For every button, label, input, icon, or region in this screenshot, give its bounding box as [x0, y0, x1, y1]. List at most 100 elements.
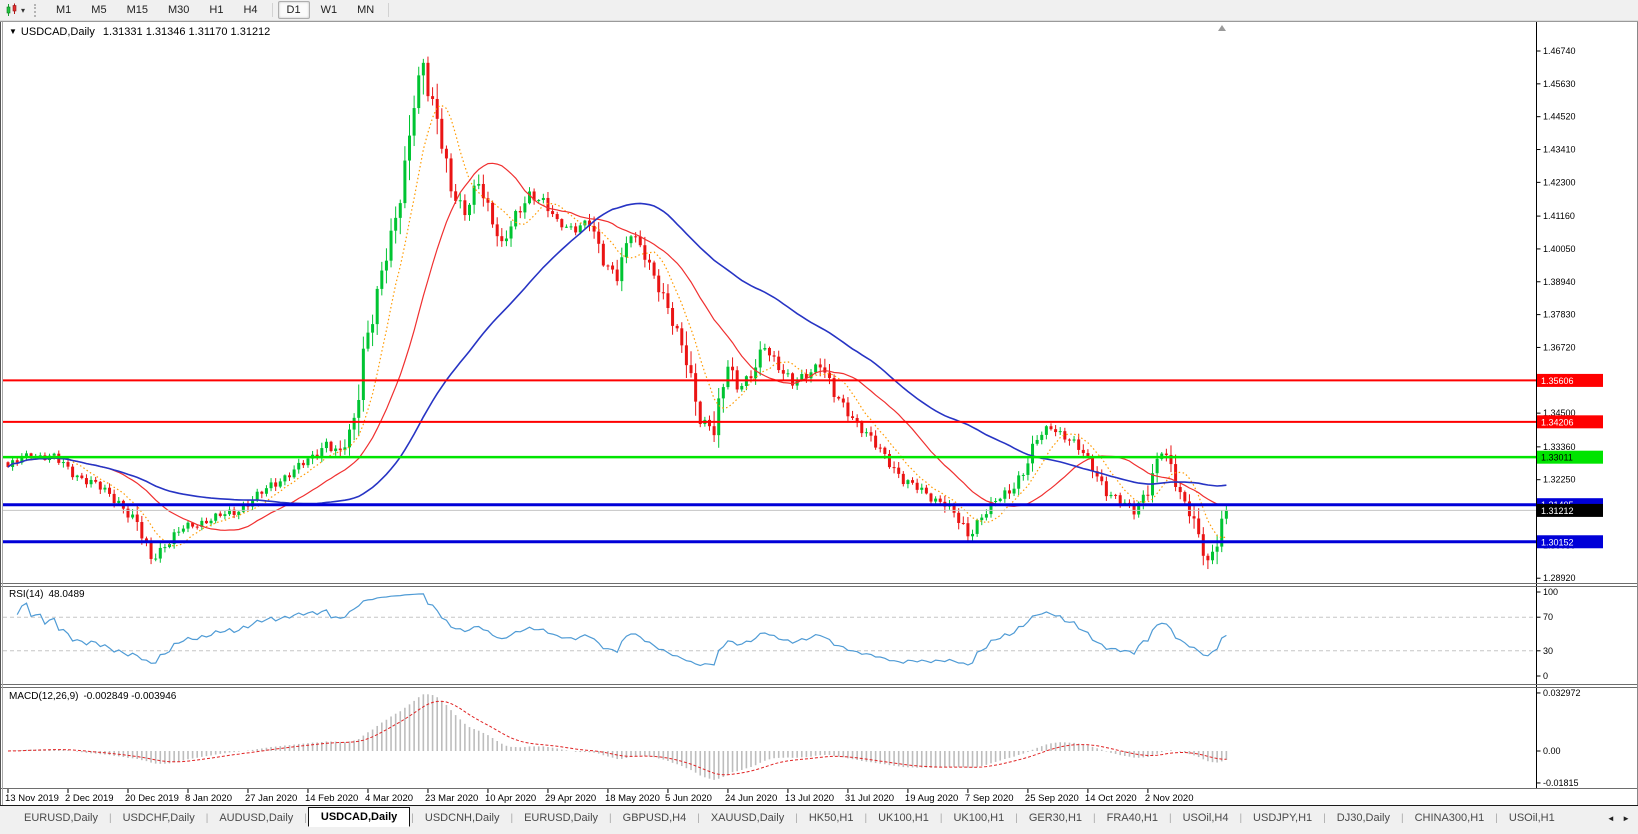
timeframe-button-mn[interactable]: MN — [348, 1, 383, 19]
symbol-tabbar: EURUSD,Daily | USDCHF,Daily | AUDUSD,Daily | U… — [0, 805, 1638, 830]
tab-usdcnh-daily[interactable]: USDCNH,Daily — [415, 809, 510, 827]
svg-text:1.34206: 1.34206 — [1541, 417, 1574, 427]
tab-usdchf-daily[interactable]: USDCHF,Daily — [113, 809, 205, 827]
tab-uk100-h1[interactable]: UK100,H1 — [943, 809, 1014, 827]
tab-ger30-h1[interactable]: GER30,H1 — [1019, 809, 1092, 827]
tab-separator: | — [1168, 812, 1172, 824]
svg-text:18 May 2020: 18 May 2020 — [605, 793, 660, 804]
svg-text:10 Apr 2020: 10 Apr 2020 — [485, 793, 536, 804]
svg-text:0: 0 — [1543, 671, 1548, 681]
timeframe-button-m15[interactable]: M15 — [118, 1, 157, 19]
tab-separator: | — [1093, 812, 1096, 824]
tab-china300-h1[interactable]: CHINA300,H1 — [1405, 809, 1495, 827]
tab-usoil-h1[interactable]: USOil,H1 — [1499, 809, 1565, 827]
candlestick-chart-icon — [6, 3, 17, 16]
timeframe-buttons: M1 M5 M15 M30 H1 H4 D1 W1 MN — [46, 1, 393, 19]
tab-separator: | — [1015, 812, 1018, 824]
svg-text:0.00: 0.00 — [1543, 746, 1561, 756]
ohlc-values: 1.31331 1.31346 1.31170 1.31212 — [102, 26, 271, 38]
rsi-name: RSI(14) — [9, 589, 44, 600]
svg-text:31 Jul 2020: 31 Jul 2020 — [845, 793, 894, 804]
timeframe-button-h1[interactable]: H1 — [200, 1, 232, 19]
svg-text:27 Jan 2020: 27 Jan 2020 — [245, 793, 297, 804]
tab-usdcad-daily[interactable]: USDCAD,Daily — [307, 807, 411, 827]
tab-separator: | — [510, 812, 514, 824]
svg-text:14 Feb 2020: 14 Feb 2020 — [305, 793, 358, 804]
tab-separator: | — [609, 812, 612, 824]
svg-text:1.33011: 1.33011 — [1541, 453, 1573, 463]
chart-menu-caret-icon[interactable]: ▼ — [9, 27, 17, 36]
svg-text:2 Nov 2020: 2 Nov 2020 — [1145, 793, 1194, 804]
svg-text:13 Nov 2019: 13 Nov 2019 — [5, 793, 59, 804]
timeframe-button-h4[interactable]: H4 — [234, 1, 266, 19]
chart-type-button[interactable]: ▾ — [3, 2, 27, 18]
svg-text:1.32250: 1.32250 — [1543, 475, 1576, 485]
tab-separator: | — [108, 812, 112, 824]
toolbar-separator — [271, 3, 273, 17]
chart-title: ▼ USDCAD,Daily 1.31331 1.31346 1.31170 1.3… — [9, 26, 270, 38]
rsi-value: 48.0489 — [48, 589, 85, 600]
svg-text:30: 30 — [1543, 646, 1553, 656]
svg-text:0.032972: 0.032972 — [1543, 688, 1581, 698]
svg-text:70: 70 — [1543, 612, 1553, 622]
timeframe-button-m5[interactable]: M5 — [82, 1, 115, 19]
svg-text:25 Sep 2020: 25 Sep 2020 — [1025, 793, 1079, 804]
tab-usdjpy-h1[interactable]: USDJPY,H1 — [1243, 809, 1322, 827]
svg-text:100: 100 — [1543, 587, 1558, 597]
timeframe-button-w1[interactable]: W1 — [312, 1, 347, 19]
tab-hk50-h1[interactable]: HK50,H1 — [799, 809, 864, 827]
svg-text:1.37830: 1.37830 — [1543, 310, 1576, 320]
svg-text:14 Oct 2020: 14 Oct 2020 — [1085, 793, 1137, 804]
tab-fra40-h1[interactable]: FRA40,H1 — [1097, 809, 1168, 827]
symbol-label: USDCAD,Daily — [20, 26, 95, 38]
tab-separator: | — [697, 812, 700, 824]
svg-text:1.36720: 1.36720 — [1543, 342, 1576, 352]
svg-text:7 Sep 2020: 7 Sep 2020 — [965, 793, 1014, 804]
rsi-indicator-label: RSI(14) 48.0489 — [9, 589, 85, 600]
tab-separator: | — [939, 812, 943, 824]
tab-separator: | — [411, 812, 414, 824]
chart-canvas[interactable]: 1.46740 1.45630 1.44520 1.43410 1.42300 1.411… — [0, 0, 1638, 834]
tab-scroll-right-icon[interactable]: ► — [1622, 814, 1630, 823]
svg-text:4 Mar 2020: 4 Mar 2020 — [365, 793, 413, 804]
timeframe-button-m1[interactable]: M1 — [47, 1, 80, 19]
macd-indicator-label: MACD(12,26,9) -0.002849 -0.003946 — [9, 691, 176, 702]
svg-text:1.40050: 1.40050 — [1543, 244, 1576, 254]
tab-eurusd-daily[interactable]: EURUSD,Daily — [514, 809, 608, 827]
svg-text:1.42300: 1.42300 — [1543, 177, 1576, 187]
svg-text:1.33360: 1.33360 — [1543, 442, 1576, 452]
tab-strip: EURUSD,Daily | USDCHF,Daily | AUDUSD,Daily | U… — [14, 807, 1565, 828]
tab-separator: | — [1495, 812, 1498, 824]
svg-text:13 Jul 2020: 13 Jul 2020 — [785, 793, 834, 804]
tab-eurusd-daily[interactable]: EURUSD,Daily — [14, 809, 108, 827]
svg-text:1.46740: 1.46740 — [1543, 46, 1576, 56]
tab-usoil-h4[interactable]: USOil,H4 — [1173, 809, 1239, 827]
tab-xauusd-daily[interactable]: XAUUSD,Daily — [701, 809, 794, 827]
tab-dj30-daily[interactable]: DJ30,Daily — [1327, 809, 1400, 827]
timeframe-toolbar: ▾ M1 M5 M15 M30 H1 H4 D1 W1 MN — [0, 0, 1638, 21]
tab-separator: | — [864, 812, 868, 824]
svg-text:1.43410: 1.43410 — [1543, 145, 1576, 155]
macd-values: -0.002849 -0.003946 — [83, 691, 177, 702]
tab-gbpusd-h4[interactable]: GBPUSD,H4 — [613, 809, 697, 827]
tab-separator: | — [795, 812, 798, 824]
tab-audusd-daily[interactable]: AUDUSD,Daily — [209, 809, 303, 827]
svg-text:1.38940: 1.38940 — [1543, 277, 1576, 287]
svg-text:1.30152: 1.30152 — [1541, 537, 1574, 547]
svg-text:2 Dec 2019: 2 Dec 2019 — [65, 793, 114, 804]
tab-uk100-h1[interactable]: UK100,H1 — [868, 809, 939, 827]
mt4-workspace: ▾ M1 M5 M15 M30 H1 H4 D1 W1 MN 1.46740 1.45630 1.4… — [0, 0, 1638, 834]
svg-text:1.28920: 1.28920 — [1543, 573, 1576, 583]
tab-separator: | — [1323, 812, 1326, 824]
tab-separator: | — [1400, 812, 1404, 824]
tab-scroll-controls: ◄ ► — [1602, 814, 1638, 823]
toolbar-grip[interactable] — [34, 3, 38, 17]
macd-name: MACD(12,26,9) — [9, 691, 79, 702]
tab-separator: | — [1239, 812, 1243, 824]
svg-text:-0.01815: -0.01815 — [1543, 778, 1579, 788]
chevron-down-icon: ▾ — [21, 5, 26, 15]
timeframe-button-d1[interactable]: D1 — [277, 1, 310, 19]
timeframe-button-m30[interactable]: M30 — [159, 1, 198, 19]
svg-text:23 Mar 2020: 23 Mar 2020 — [425, 793, 478, 804]
tab-scroll-left-icon[interactable]: ◄ — [1607, 814, 1615, 823]
